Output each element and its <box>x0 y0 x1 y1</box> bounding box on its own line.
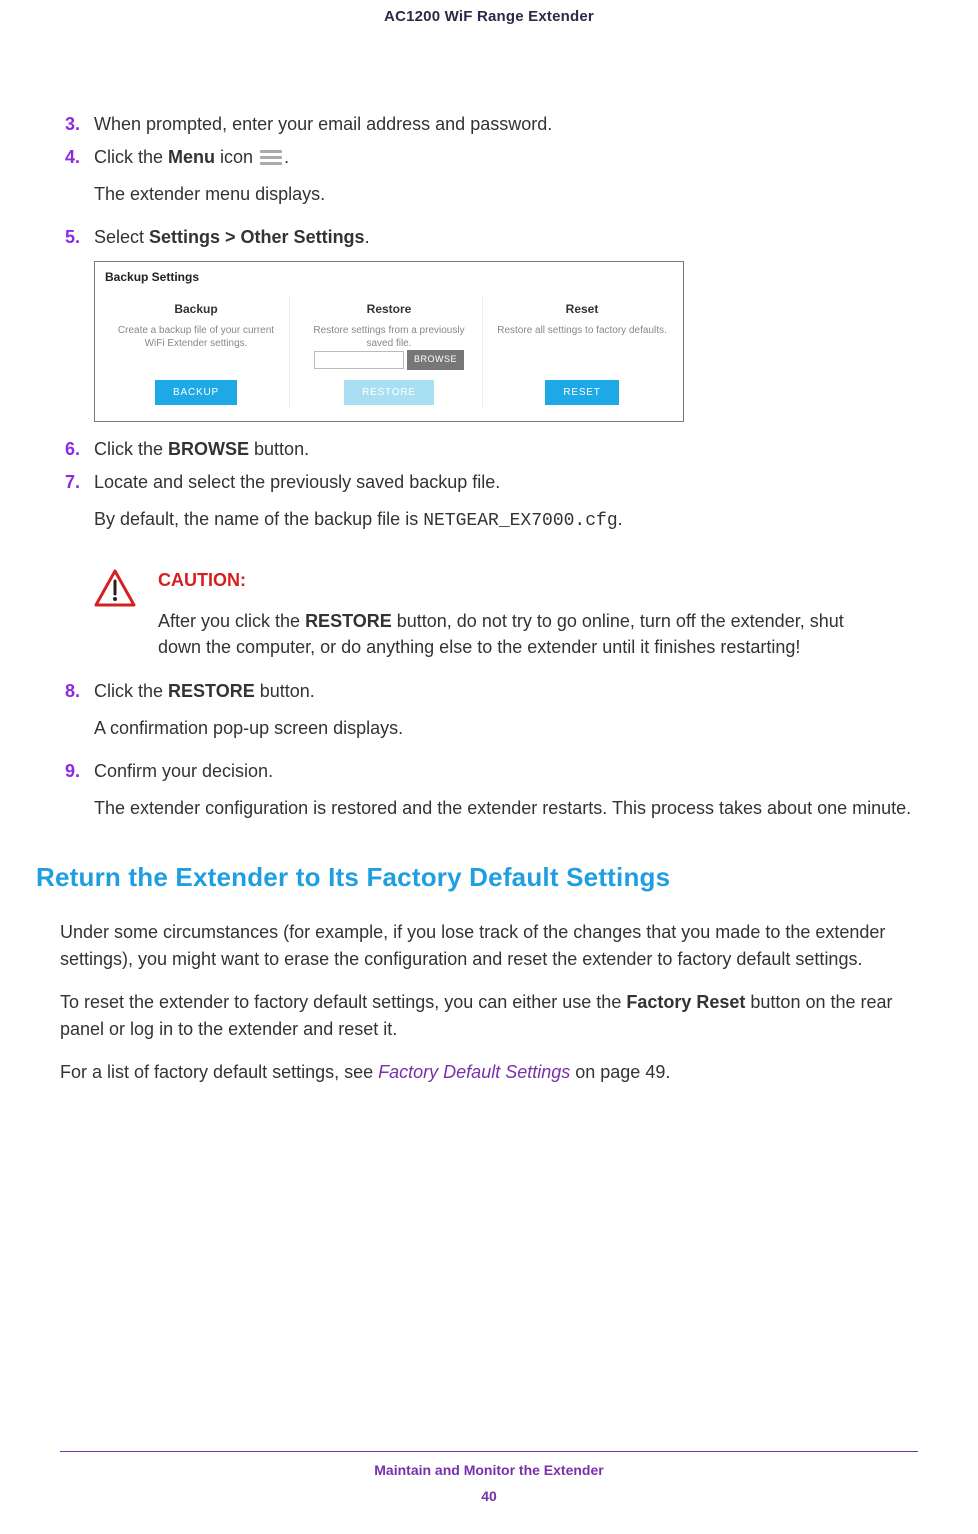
caution-text: After you click the <box>158 611 305 631</box>
bold-text: Settings > Other Settings <box>149 227 365 247</box>
step-text: . <box>284 147 289 167</box>
step-text: Click the <box>94 147 168 167</box>
section-heading: Return the Extender to Its Factory Defau… <box>36 858 918 897</box>
step-text: button. <box>249 439 309 459</box>
step-text: button. <box>255 681 315 701</box>
panel-desc: Restore settings from a previously saved… <box>300 324 478 350</box>
bold-text: Factory Reset <box>626 992 745 1012</box>
file-path-input[interactable] <box>314 351 404 369</box>
panel-desc: Restore all settings to factory defaults… <box>493 324 671 362</box>
step-text: Confirm your decision. <box>94 758 918 785</box>
step-number: 6. <box>60 436 94 463</box>
backup-panel: Backup Create a backup file of your curr… <box>103 296 290 409</box>
bold-text: RESTORE <box>168 681 255 701</box>
backup-button[interactable]: BACKUP <box>155 380 237 405</box>
step-text: Locate and select the previously saved b… <box>94 469 918 496</box>
followup-text: . <box>618 509 623 529</box>
restore-button[interactable]: RESTORE <box>344 380 434 405</box>
backup-settings-screenshot: Backup Settings Backup Create a backup f… <box>94 261 684 422</box>
followup-text: The extender configuration is restored a… <box>94 795 918 822</box>
step-7: 7. Locate and select the previously save… <box>60 469 918 545</box>
bold-text: RESTORE <box>305 611 392 631</box>
step-text: Click the <box>94 439 168 459</box>
step-number: 5. <box>60 224 94 251</box>
browse-button[interactable]: BROWSE <box>407 350 464 370</box>
step-text: . <box>365 227 370 247</box>
footer-chapter-title: Maintain and Monitor the Extender <box>0 1462 978 1478</box>
step-number: 8. <box>60 678 94 752</box>
cross-reference-link[interactable]: Factory Default Settings <box>378 1062 570 1082</box>
step-9: 9. Confirm your decision. The extender c… <box>60 758 918 832</box>
caution-icon <box>94 569 136 660</box>
step-number: 3. <box>60 111 94 138</box>
footer-page-number: 40 <box>0 1488 978 1504</box>
step-text: Click the <box>94 681 168 701</box>
page-header: AC1200 WiF Range Extender <box>0 8 978 25</box>
screenshot-title: Backup Settings <box>95 262 683 292</box>
paragraph-text: To reset the extender to factory default… <box>60 992 626 1012</box>
step-number: 7. <box>60 469 94 545</box>
bold-text: Menu <box>168 147 215 167</box>
reset-button[interactable]: RESET <box>545 380 618 405</box>
caution-label: CAUTION: <box>158 567 888 594</box>
paragraph-text: on page 49. <box>570 1062 670 1082</box>
filename-code: NETGEAR_EX7000.cfg <box>423 511 617 531</box>
followup-text: By default, the name of the backup file … <box>94 509 423 529</box>
step-number: 9. <box>60 758 94 832</box>
footer-divider <box>60 1451 918 1452</box>
panel-heading: Reset <box>493 300 671 318</box>
panel-desc: Create a backup file of your current WiF… <box>107 324 285 362</box>
paragraph-text: For a list of factory default settings, … <box>60 1062 378 1082</box>
panel-heading: Backup <box>107 300 285 318</box>
step-8: 8. Click the RESTORE button. A confirmat… <box>60 678 918 752</box>
step-number: 4. <box>60 144 94 218</box>
step-text: icon <box>215 147 258 167</box>
reset-panel: Reset Restore all settings to factory de… <box>489 296 675 409</box>
panel-heading: Restore <box>300 300 478 318</box>
followup-text: A confirmation pop-up screen displays. <box>94 715 918 742</box>
bold-text: BROWSE <box>168 439 249 459</box>
step-5: 5. Select Settings > Other Settings. <box>60 224 918 251</box>
caution-block: CAUTION: After you click the RESTORE but… <box>94 567 918 660</box>
step-3: 3. When prompted, enter your email addre… <box>60 111 918 138</box>
hamburger-menu-icon <box>260 150 282 166</box>
step-text: Select <box>94 227 149 247</box>
paragraph: Under some circumstances (for example, i… <box>60 919 918 973</box>
page-footer: Maintain and Monitor the Extender 40 <box>0 1451 978 1504</box>
step-6: 6. Click the BROWSE button. <box>60 436 918 463</box>
content-area: 3. When prompted, enter your email addre… <box>0 25 978 1086</box>
followup-text: The extender menu displays. <box>94 181 918 208</box>
step-text: When prompted, enter your email address … <box>94 111 918 138</box>
step-4: 4. Click the Menu icon . The extender me… <box>60 144 918 218</box>
restore-panel: Restore Restore settings from a previous… <box>296 296 483 409</box>
